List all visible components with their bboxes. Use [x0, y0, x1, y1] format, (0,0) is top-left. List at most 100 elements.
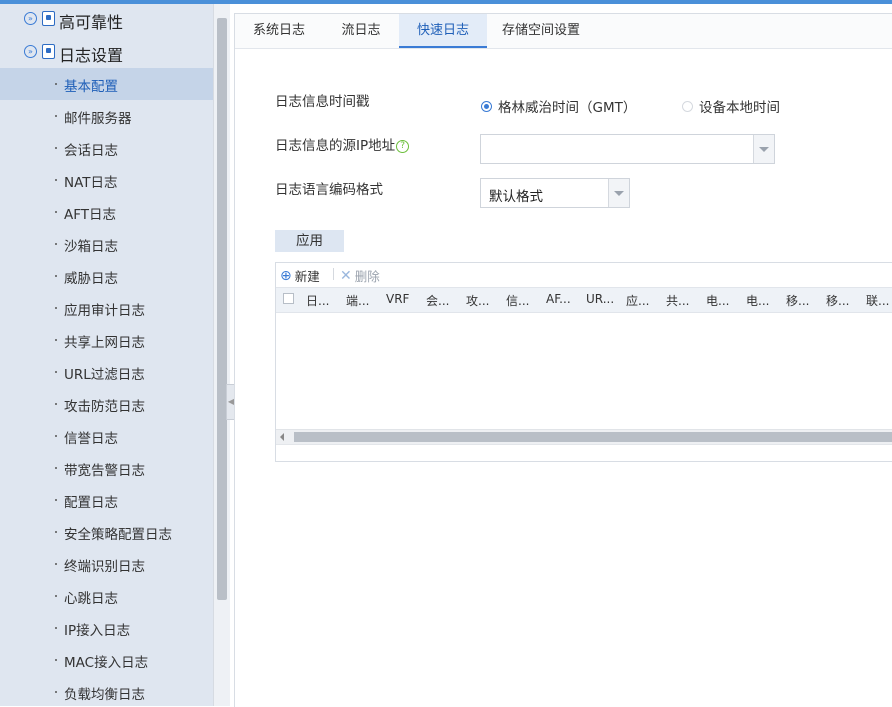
sidebar-item-threat-log[interactable]: 威胁日志 [0, 260, 213, 292]
sidebar-item-security-policy-config-log[interactable]: 安全策略配置日志 [0, 516, 213, 548]
column-header[interactable]: 移... [786, 292, 809, 309]
radio-unselected-icon[interactable] [682, 100, 693, 112]
bullet-icon [55, 403, 57, 405]
sidebar-nav: » 高可靠性 » 日志设置 基本配置邮件服务器会话日志 NAT日志 AFT日志沙箱日… [0, 4, 213, 706]
chevron-down-icon[interactable]: » [24, 45, 37, 58]
sidebar-scrollbar-thumb[interactable] [217, 18, 227, 600]
radio-selected-icon[interactable] [481, 100, 492, 112]
sidebar-item-label: 负载均衡日志 [64, 687, 145, 703]
bullet-icon [55, 499, 57, 501]
radio-gmt-label: 格林威治时间（GMT） [498, 100, 637, 116]
new-button[interactable]: ⊕ 新建 [280, 266, 320, 285]
sidebar-item-label: 攻击防范日志 [64, 399, 145, 415]
bullet-icon [55, 659, 57, 661]
sidebar-item-label: NAT日志 [64, 175, 118, 191]
sidebar-item-label: 基本配置 [64, 79, 118, 95]
dropdown-arrow-icon[interactable] [608, 179, 629, 207]
sidebar-item-url-filter-log[interactable]: URL过滤日志 [0, 356, 213, 388]
sidebar-item-label: 安全策略配置日志 [64, 527, 172, 543]
sidebar-item-label: 威胁日志 [64, 271, 118, 287]
column-header[interactable]: 端... [346, 292, 369, 309]
bullet-icon [55, 83, 57, 85]
column-header[interactable]: 移... [826, 292, 849, 309]
sidebar-item-mail-server[interactable]: 邮件服务器 [0, 100, 213, 132]
column-header[interactable]: UR... [586, 292, 614, 306]
column-header[interactable]: AF... [546, 292, 571, 306]
bullet-icon [55, 467, 57, 469]
bullet-icon [55, 307, 57, 309]
sidebar-item-label: 邮件服务器 [64, 111, 132, 127]
bullet-icon [55, 563, 57, 565]
column-header[interactable]: VRF [386, 292, 409, 306]
sidebar-item-label: 配置日志 [64, 495, 118, 511]
log-host-table: ⊕ 新建 ✕ 删除 日... 端... VRF 会... 攻... 信... AF... UR… [275, 262, 892, 462]
tab-fast-log[interactable]: 快速日志 [399, 14, 487, 48]
sidebar-item-terminal-identification-log[interactable]: 终端识别日志 [0, 548, 213, 580]
bullet-icon [55, 147, 57, 149]
sidebar-group-label: 日志设置 [59, 46, 124, 65]
sidebar-item-label: AFT日志 [64, 207, 117, 223]
column-header[interactable]: 共... [666, 292, 689, 309]
apply-button[interactable]: 应用 [275, 230, 344, 252]
source-ip-label-text: 日志信息的源IP地址 [275, 138, 396, 154]
sidebar-item-session-log[interactable]: 会话日志 [0, 132, 213, 164]
help-icon[interactable]: ? [396, 140, 410, 153]
sidebar-item-sandbox-log[interactable]: 沙箱日志 [0, 228, 213, 260]
source-ip-select[interactable] [480, 134, 775, 164]
dropdown-arrow-icon[interactable] [753, 135, 774, 163]
bullet-icon [55, 275, 57, 277]
sidebar-item-load-balance-log[interactable]: 负载均衡日志 [0, 676, 213, 706]
radio-gmt[interactable]: 格林威治时间（GMT） [481, 96, 636, 116]
toolbar-divider [333, 268, 334, 280]
column-header[interactable]: 日... [306, 292, 329, 309]
sidebar-scrollbar[interactable] [213, 4, 230, 706]
sidebar-item-basic-config[interactable]: 基本配置 [0, 68, 213, 100]
table-horizontal-scrollbar[interactable] [276, 429, 892, 444]
sidebar-item-mac-access-log[interactable]: MAC接入日志 [0, 644, 213, 676]
sidebar-item-attack-defense-log[interactable]: 攻击防范日志 [0, 388, 213, 420]
sidebar-item-label: 应用审计日志 [64, 303, 145, 319]
sidebar-item-label: MAC接入日志 [64, 655, 149, 671]
sidebar-item-heartbeat-log[interactable]: 心跳日志 [0, 580, 213, 612]
encoding-value: 默认格式 [489, 189, 543, 205]
sidebar-item-nat-log[interactable]: NAT日志 [0, 164, 213, 196]
sidebar-group-log-settings[interactable]: » 日志设置 [0, 37, 213, 69]
sidebar-item-aft-log[interactable]: AFT日志 [0, 196, 213, 228]
tab-system-log[interactable]: 系统日志 [235, 14, 323, 48]
column-header[interactable]: 电... [746, 292, 769, 309]
table-scrollbar-thumb[interactable] [294, 432, 892, 442]
select-all-checkbox[interactable] [283, 293, 294, 304]
bullet-icon [55, 339, 57, 341]
delete-button-label: 删除 [354, 269, 380, 284]
column-header[interactable]: 应... [626, 292, 649, 309]
radio-local-time[interactable]: 设备本地时间 [682, 96, 780, 116]
sidebar-item-config-log[interactable]: 配置日志 [0, 484, 213, 516]
chevron-down-icon[interactable]: » [24, 12, 37, 25]
column-header[interactable]: 会... [426, 292, 449, 309]
scroll-left-icon[interactable] [280, 433, 284, 441]
column-header[interactable]: 联... [866, 292, 889, 309]
sidebar-item-app-audit-log[interactable]: 应用审计日志 [0, 292, 213, 324]
sidebar-item-reputation-log[interactable]: 信誉日志 [0, 420, 213, 452]
sidebar-item-bandwidth-alarm-log[interactable]: 带宽告警日志 [0, 452, 213, 484]
close-icon: ✕ [340, 267, 352, 284]
tab-flow-log[interactable]: 流日志 [323, 14, 399, 48]
bullet-icon [55, 627, 57, 629]
bullet-icon [55, 435, 57, 437]
tab-storage-settings[interactable]: 存储空间设置 [487, 14, 595, 48]
log-settings-icon [42, 44, 55, 59]
sidebar-item-label: 会话日志 [64, 143, 118, 159]
table-header: 日... 端... VRF 会... 攻... 信... AF... UR... 应... 共..… [276, 287, 892, 313]
column-header[interactable]: 电... [706, 292, 729, 309]
sidebar-group-high-availability[interactable]: » 高可靠性 [0, 4, 213, 36]
sidebar-item-shared-access-log[interactable]: 共享上网日志 [0, 324, 213, 356]
column-header[interactable]: 攻... [466, 292, 489, 309]
delete-button[interactable]: ✕ 删除 [340, 266, 380, 285]
encoding-select[interactable]: 默认格式 [480, 178, 630, 208]
timestamp-label: 日志信息时间戳 [275, 94, 370, 110]
sidebar-item-ip-access-log[interactable]: IP接入日志 [0, 612, 213, 644]
column-header[interactable]: 信... [506, 292, 529, 309]
new-button-label: 新建 [294, 269, 320, 284]
tab-bar: 系统日志 流日志 快速日志 存储空间设置 [235, 14, 892, 49]
source-ip-label: 日志信息的源IP地址? [275, 134, 410, 154]
